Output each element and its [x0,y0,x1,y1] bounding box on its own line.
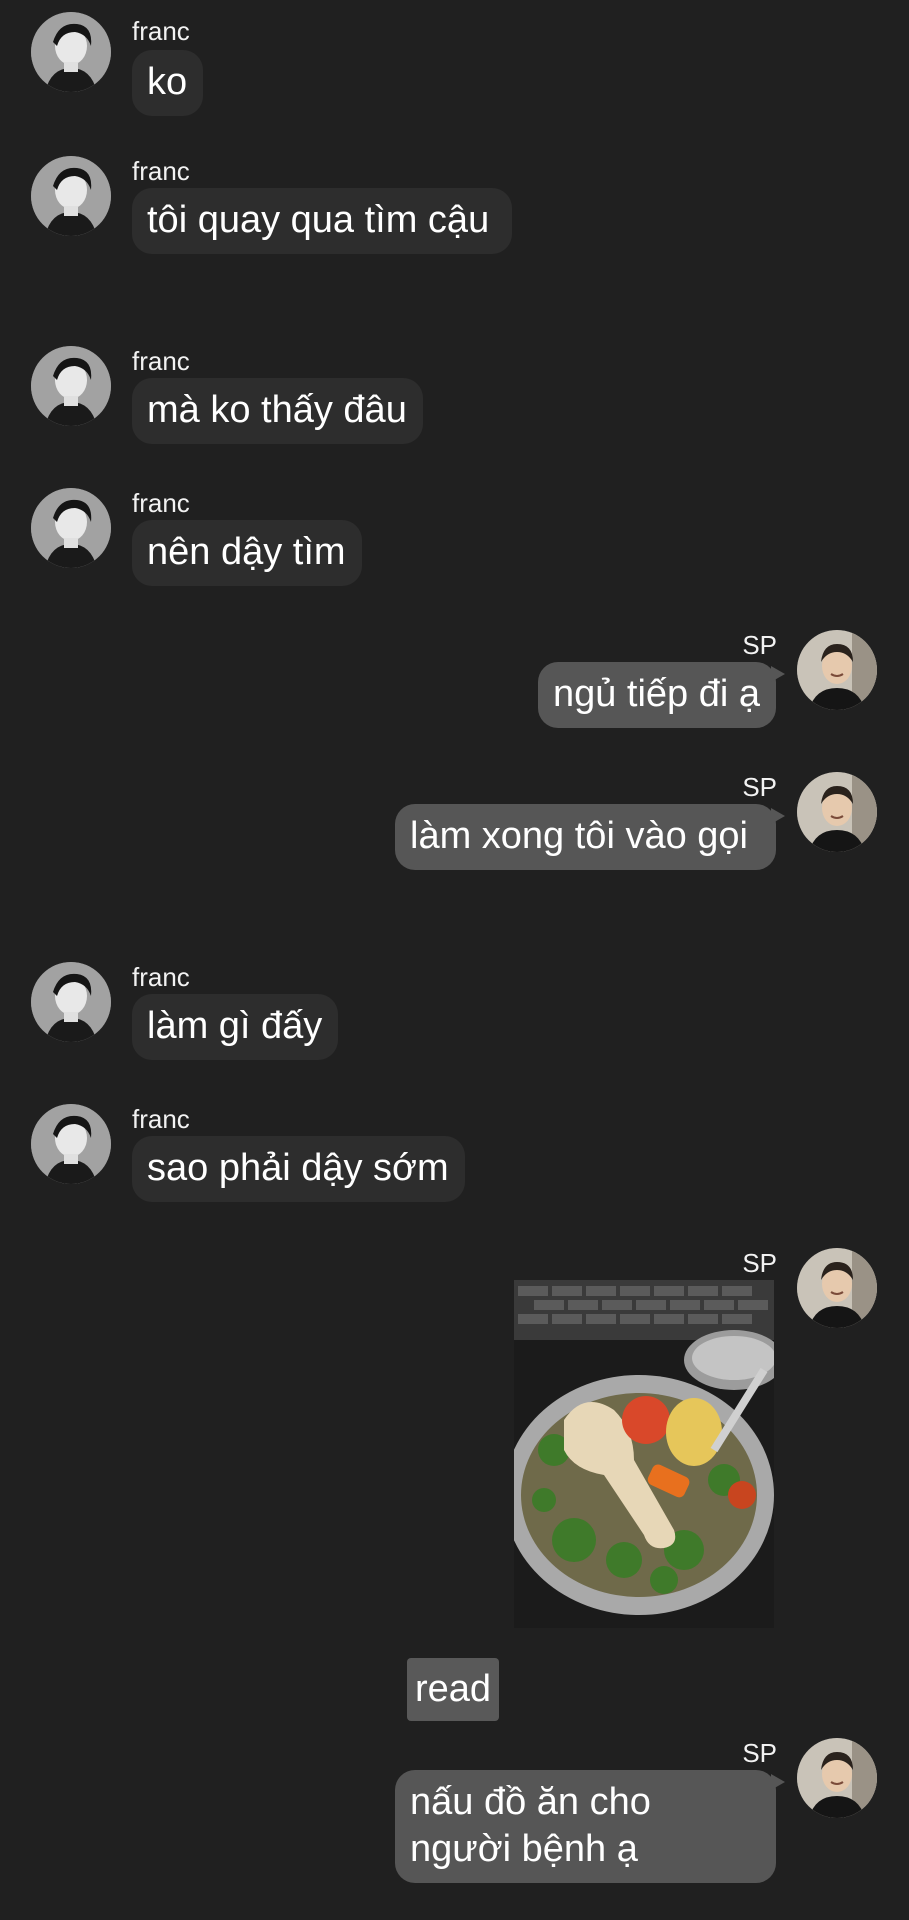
message-bubble[interactable]: nấu đồ ăn cho người bệnh ạ [395,1770,785,1883]
avatar-franc[interactable] [31,488,111,568]
avatar-sp[interactable] [797,1248,877,1328]
avatar-sp[interactable] [797,772,877,852]
message-row: franc sao phải dậy sớm [0,1104,909,1224]
sender-name: SP [742,1738,777,1768]
sender-name: SP [742,772,777,802]
message-bubble[interactable]: làm gì đấy [132,994,339,1060]
message-row: SP làm xong tôi vào gọi [0,772,909,942]
message-row: franc nên dậy tìm [0,488,909,608]
sender-name: franc [132,1104,190,1134]
message-bubble[interactable]: tôi quay qua tìm cậu [132,188,512,254]
avatar-franc[interactable] [31,12,111,92]
avatar-franc[interactable] [31,1104,111,1184]
message-row: franc ko [0,0,909,116]
sender-name: SP [742,1248,777,1278]
sender-name: franc [132,16,190,46]
shared-photo[interactable] [514,1280,774,1628]
message-bubble[interactable]: sao phải dậy sớm [132,1136,465,1202]
message-row: franc tôi quay qua tìm cậu [0,156,909,326]
avatar-franc[interactable] [31,346,111,426]
message-row: SP ngủ tiếp đi ạ [0,630,909,750]
sender-name: SP [742,630,777,660]
message-row: SP nấu đồ ăn cho người bệnh ạ [0,1738,909,1918]
read-receipt: read [407,1658,500,1721]
sender-name: franc [132,488,190,518]
sender-name: franc [132,962,190,992]
message-row: franc mà ko thấy đâu [0,346,909,466]
sender-name: franc [132,346,190,376]
avatar-sp[interactable] [797,1738,877,1818]
message-bubble[interactable]: ko [132,50,204,116]
sender-name: franc [132,156,190,186]
message-bubble[interactable]: mà ko thấy đâu [132,378,423,444]
message-row: franc làm gì đấy [0,962,909,1082]
avatar-franc[interactable] [31,156,111,236]
message-row: SP [0,1248,909,1638]
message-bubble[interactable]: nên dậy tìm [132,520,362,586]
avatar-franc[interactable] [31,962,111,1042]
message-bubble[interactable]: ngủ tiếp đi ạ [537,662,786,728]
message-bubble[interactable]: làm xong tôi vào gọi [395,804,785,870]
avatar-sp[interactable] [797,630,877,710]
